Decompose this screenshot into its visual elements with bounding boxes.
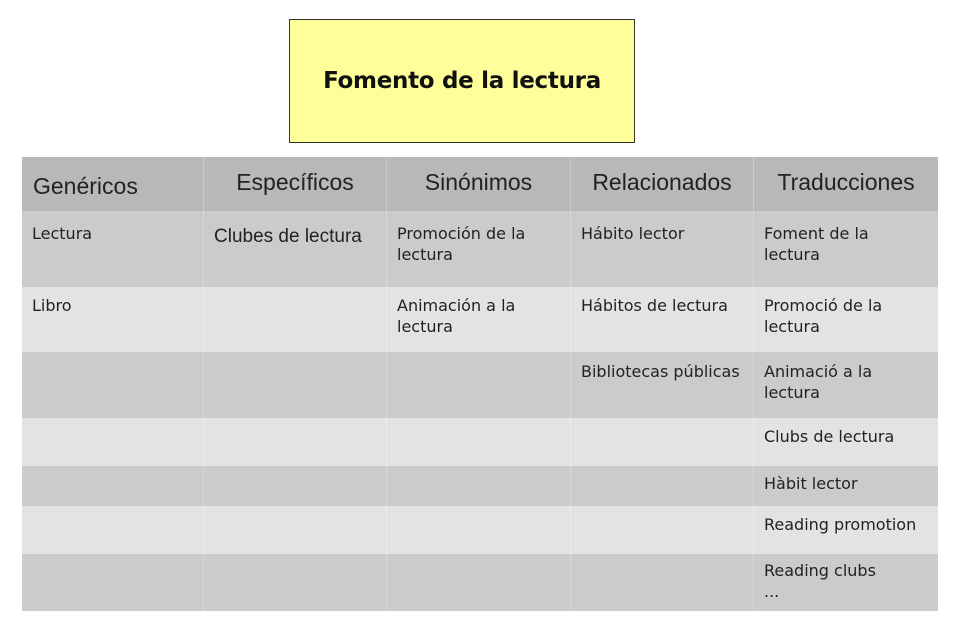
table-cell-relacionados: Hábito lector	[571, 211, 754, 287]
table-cell-genericos	[22, 554, 204, 611]
table-cell-sinonimos: Promoción de la lectura	[387, 211, 571, 287]
table-cell-relacionados: Hábitos de lectura	[571, 287, 754, 352]
table-cell-sinonimos: Animación a la lectura	[387, 287, 571, 352]
table-cell-genericos	[22, 352, 204, 418]
table-cell-traducciones: Reading clubs ...	[754, 554, 938, 611]
table-cell-traducciones: Animació a la lectura	[754, 352, 938, 418]
table-cell-relacionados	[571, 466, 754, 506]
table-cell-sinonimos	[387, 466, 571, 506]
table-cell-traducciones: Reading promotion	[754, 506, 938, 554]
title-box: Fomento de la lectura	[289, 19, 635, 143]
column-header-traducciones: Traducciones	[754, 157, 938, 211]
table-cell-sinonimos	[387, 554, 571, 611]
table-cell-sinonimos	[387, 352, 571, 418]
table-cell-traducciones: Hàbit lector	[754, 466, 938, 506]
table-cell-traducciones: Foment de la lectura	[754, 211, 938, 287]
table-cell-genericos	[22, 418, 204, 466]
table-cell-sinonimos	[387, 418, 571, 466]
table-cell-genericos	[22, 506, 204, 554]
table-cell-genericos: Lectura	[22, 211, 204, 287]
table-cell-traducciones: Promoció de la lectura	[754, 287, 938, 352]
table-cell-genericos: Libro	[22, 287, 204, 352]
table-cell-relacionados	[571, 418, 754, 466]
table-cell-especificos	[204, 466, 387, 506]
main-concept-title: Fomento de la lectura	[323, 68, 601, 94]
table-cell-especificos	[204, 352, 387, 418]
terms-table: Genéricos Específicos Sinónimos Relacionado…	[22, 157, 938, 611]
table-cell-especificos	[204, 554, 387, 611]
column-header-especificos: Específicos	[204, 157, 387, 211]
table-cell-sinonimos	[387, 506, 571, 554]
table-cell-especificos: Clubes de lectura	[204, 211, 387, 287]
column-header-genericos: Genéricos	[22, 157, 204, 211]
table-cell-especificos	[204, 418, 387, 466]
table-cell-especificos	[204, 287, 387, 352]
table-cell-relacionados: Bibliotecas públicas	[571, 352, 754, 418]
table-cell-genericos	[22, 466, 204, 506]
table-cell-relacionados	[571, 506, 754, 554]
column-header-relacionados: Relacionados	[571, 157, 754, 211]
table-cell-traducciones: Clubs de lectura	[754, 418, 938, 466]
table-cell-relacionados	[571, 554, 754, 611]
column-header-sinonimos: Sinónimos	[387, 157, 571, 211]
table-cell-especificos	[204, 506, 387, 554]
